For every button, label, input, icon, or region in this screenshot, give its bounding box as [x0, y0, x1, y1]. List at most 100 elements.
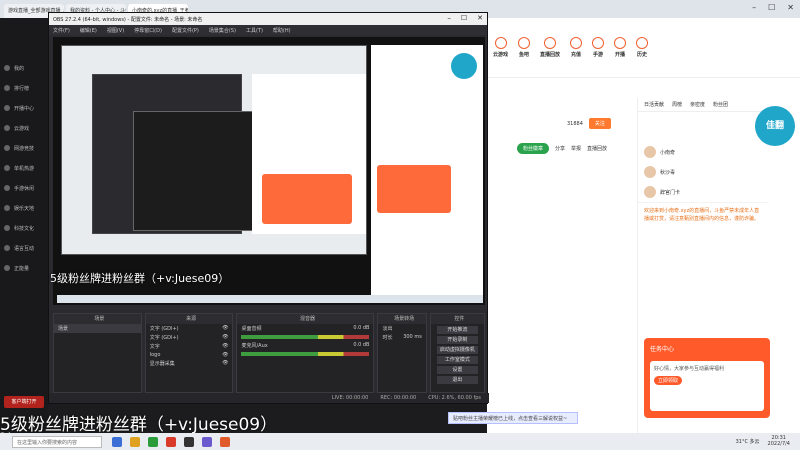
nav-item[interactable]: 充值 — [570, 37, 583, 58]
source-item[interactable]: 文字 (GDI+) 👁 — [146, 333, 233, 342]
menu-item[interactable]: 工具(T) — [246, 27, 263, 34]
weather-text[interactable]: 31°C 多云 — [736, 438, 760, 445]
sidebar-item[interactable]: 云游戏 — [0, 118, 48, 138]
sidebar-item[interactable]: 网游竞技 — [0, 138, 48, 158]
volume-meter[interactable] — [241, 335, 370, 339]
nav-item[interactable]: 历史 — [636, 37, 649, 58]
nav-item[interactable]: 鱼吧 — [518, 37, 531, 58]
chat-tab[interactable]: 亲密度 — [690, 101, 705, 108]
folder-icon[interactable] — [130, 436, 140, 447]
sidebar-item-label: 我的 — [14, 65, 25, 72]
avatar — [644, 166, 656, 178]
browser-icon[interactable] — [166, 436, 176, 447]
maximize-icon[interactable]: ☐ — [461, 14, 467, 22]
close-icon[interactable]: ✕ — [787, 3, 794, 12]
promo-title: 任务中心 — [650, 346, 675, 353]
follow-button[interactable]: 关注 — [588, 118, 611, 129]
minimize-icon[interactable]: – — [447, 14, 451, 22]
nav-label: 直播回放 — [540, 52, 561, 58]
menu-item[interactable]: 编辑(E) — [80, 27, 97, 34]
app-icon[interactable] — [220, 436, 230, 447]
settings-button[interactable]: 设置 — [436, 366, 479, 374]
chat-rank-row[interactable]: 秋沙毒 — [638, 162, 769, 182]
eye-icon[interactable]: 👁 — [222, 352, 228, 358]
chat-tab[interactable]: 粉丝团 — [713, 101, 728, 108]
eye-icon[interactable]: 👁 — [222, 360, 228, 367]
minimize-icon[interactable]: – — [752, 3, 756, 12]
eye-icon[interactable]: 👁 — [222, 343, 228, 350]
scene-item[interactable]: 场景 — [54, 324, 141, 333]
channel-db: 0.0 dB — [353, 342, 370, 348]
volume-meter[interactable] — [241, 352, 370, 356]
source-item[interactable]: 文字 (GDI+) 👁 — [146, 324, 233, 333]
claim-button[interactable]: 立即领取 — [654, 376, 683, 385]
room-toolbar: 粉丝徽章 分享 举报 直播回放 — [487, 138, 637, 158]
sidebar-item[interactable]: 我的 — [0, 58, 48, 78]
menu-item[interactable]: 视图(V) — [107, 27, 124, 34]
maximize-icon[interactable]: ☐ — [768, 3, 775, 12]
taskbar-search-input[interactable]: 在这里输入你要搜索的内容 — [12, 435, 102, 448]
source-item[interactable]: 显示器采集 👁 — [146, 359, 233, 368]
obs-preview[interactable] — [53, 37, 485, 305]
nav-label: 手游 — [593, 52, 604, 58]
sidebar-item[interactable]: 科技文化 — [0, 218, 48, 238]
close-icon[interactable]: ✕ — [477, 14, 483, 22]
transition-type[interactable]: 淡出 — [378, 324, 425, 333]
app-icon[interactable] — [202, 436, 212, 447]
hint-bar[interactable]: 贴吧粉丝主播荣耀榜已上线，点击查看三解说权益~ — [448, 412, 578, 424]
obs-menu-bar: 文件(F) 编辑(E) 视图(V) 停靠窗口(D) 配置文件(P) 场景集合(S… — [49, 25, 487, 35]
source-item[interactable]: 文字 👁 — [146, 342, 233, 351]
heat-value: 31884 — [567, 120, 583, 127]
app-icon[interactable] — [112, 436, 122, 447]
sidebar-item[interactable]: 开播中心 — [0, 98, 48, 118]
eye-icon[interactable]: 👁 — [222, 334, 228, 341]
open-client-button[interactable]: 客户端打开 — [4, 396, 44, 408]
source-item[interactable]: logo 👁 — [146, 351, 233, 359]
sidebar-item[interactable]: 手游休闲 — [0, 178, 48, 198]
clock[interactable]: 20:31 2022/7/4 — [768, 435, 790, 447]
sidebar-item[interactable]: 排行榜 — [0, 78, 48, 98]
ad-badge[interactable]: 佳翻 — [755, 106, 795, 146]
sidebar-item[interactable]: 语言互动 — [0, 238, 48, 258]
heat-row: 31884 关注 — [567, 118, 611, 129]
nav-item[interactable]: 云游戏 — [493, 37, 508, 58]
cloud-icon — [4, 125, 10, 131]
nav-label: 云游戏 — [493, 52, 509, 58]
wechat-icon[interactable] — [148, 436, 158, 447]
menu-item[interactable]: 停靠窗口(D) — [134, 27, 162, 34]
sidebar-item[interactable]: 娱乐天地 — [0, 198, 48, 218]
start-record-button[interactable]: 开始录制 — [436, 336, 479, 344]
share-link[interactable]: 分享 — [555, 145, 565, 152]
menu-item[interactable]: 配置文件(P) — [172, 27, 199, 34]
eye-icon[interactable]: 👁 — [222, 325, 228, 332]
report-link[interactable]: 举报 — [571, 145, 581, 152]
menu-item[interactable]: 场景集合(S) — [209, 27, 236, 34]
nav-item[interactable]: 直播回放 — [540, 37, 560, 58]
chat-tab[interactable]: 周榜 — [672, 101, 682, 108]
menu-item[interactable]: 帮助(H) — [273, 27, 291, 34]
stream-caption-small: 5级粉丝牌进粉丝群（+v:Juese09） — [50, 272, 230, 285]
start-stream-button[interactable]: 开始推流 — [436, 326, 479, 334]
chat-rank-row[interactable]: 辞官门卡 — [638, 182, 769, 202]
chat-rank-row[interactable]: 小南奇 — [638, 142, 769, 162]
sidebar-item[interactable]: 单机热游 — [0, 158, 48, 178]
replay-link[interactable]: 直播回放 — [587, 145, 607, 152]
obs-docks: 场景 场景 来源 文字 (GDI+) 👁 文字 (GDI+) 👁 文字 👁 logo 👁… — [53, 313, 486, 393]
nav-item[interactable]: 开播 — [614, 37, 627, 58]
menu-item[interactable]: 文件(F) — [53, 27, 70, 34]
duration-label: 时长 — [382, 335, 393, 341]
fan-badge-pill[interactable]: 粉丝徽章 — [517, 142, 550, 154]
dock-title: 控件 — [430, 314, 485, 324]
nav-item[interactable]: 手游 — [592, 37, 605, 58]
obs-icon[interactable] — [184, 436, 194, 447]
history-icon — [636, 37, 649, 49]
exit-button[interactable]: 退出 — [436, 376, 479, 384]
sidebar-item[interactable]: 正能量 — [0, 258, 48, 278]
transition-duration[interactable]: 时长 300 ms — [378, 333, 425, 342]
nested-promo — [262, 174, 352, 224]
promo-body-text: 好心情，大家参与互动赢得福利 — [654, 366, 725, 372]
studio-mode-button[interactable]: 工作室模式 — [436, 356, 479, 364]
virtual-camera-button[interactable]: 启动虚拟摄像机 — [436, 346, 479, 354]
chat-tab[interactable]: 日活贡献 — [644, 101, 664, 108]
avatar — [644, 186, 656, 198]
